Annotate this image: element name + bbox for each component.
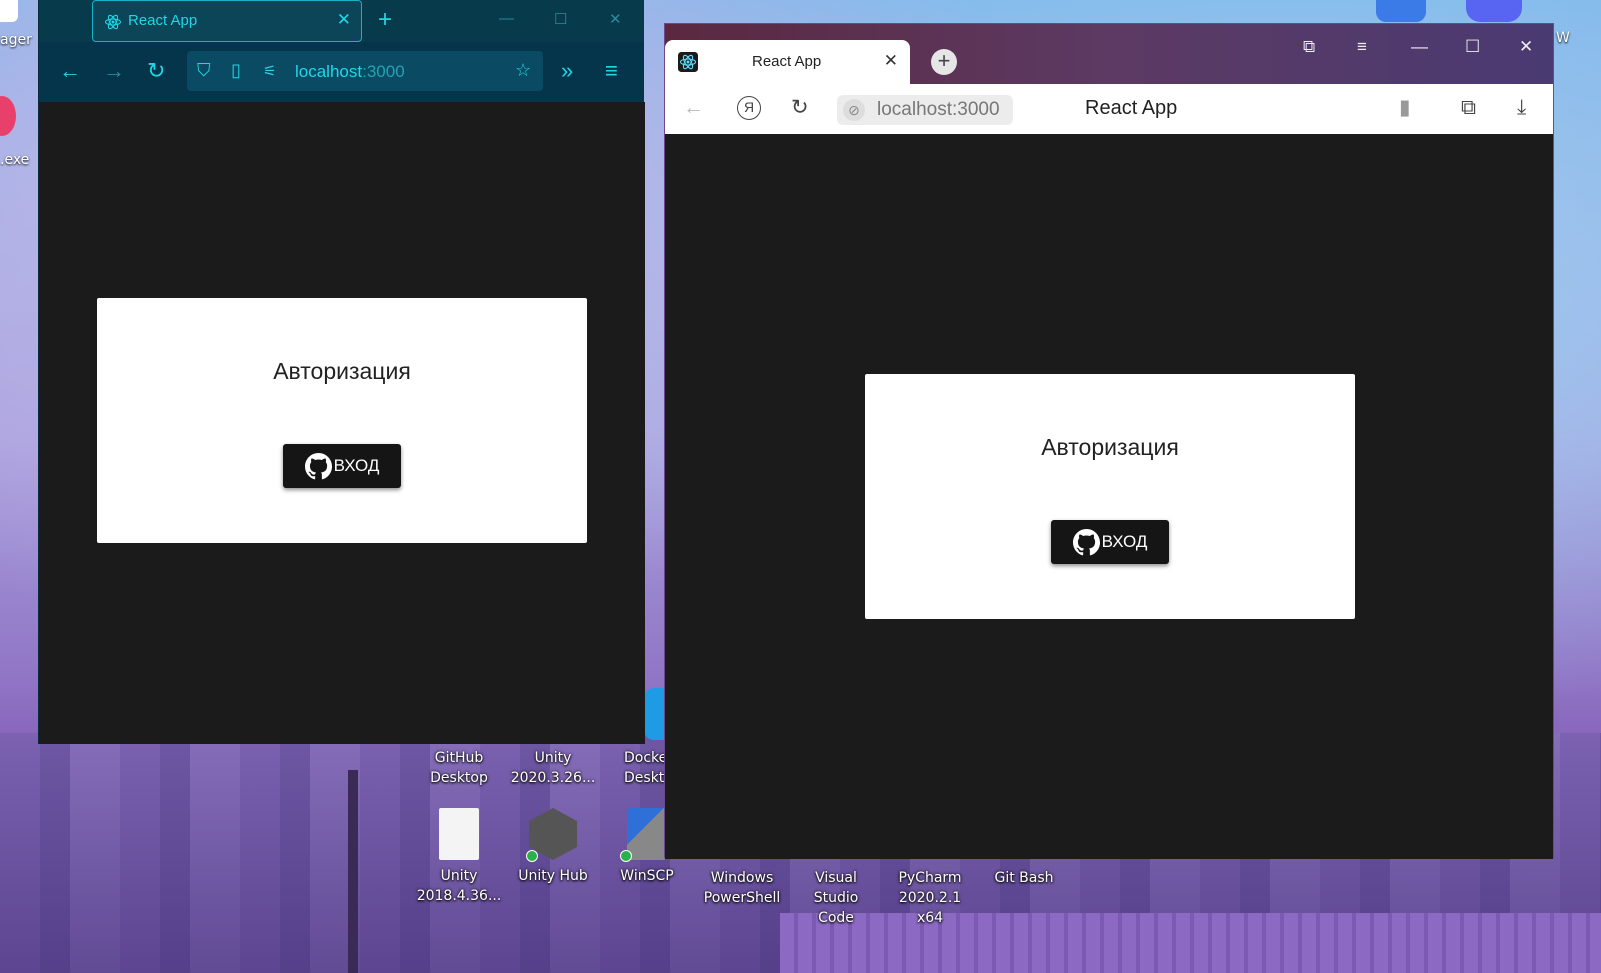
download-icon[interactable]: ⤓ (1517, 97, 1526, 119)
wallpaper-pole (348, 770, 358, 973)
desktop-icon-label: Docke Deskto (624, 750, 664, 786)
github-icon (1072, 528, 1100, 555)
desktop-icon-docker-desktop[interactable]: Docke Deskto (600, 748, 664, 788)
auth-card: Авторизация ВХОД (97, 298, 587, 543)
auth-heading: Авторизация (273, 358, 411, 384)
back-button[interactable]: ← (683, 97, 704, 119)
yandex-tab-react-app[interactable]: React App ✕ (665, 40, 910, 84)
desktop-icon-pycharm[interactable]: PyCharm 2020.2.1 x64 (885, 868, 975, 928)
firefox-tabbar: React App ✕ + — ☐ ✕ (39, 0, 644, 42)
permissions-icon[interactable]: ⚟ (263, 62, 276, 80)
url-text: localhost:3000 (877, 99, 1000, 120)
desktop-icon-git-bash[interactable]: Git Bash (979, 868, 1069, 888)
yandex-tabbar: React App ✕ + ⧉ ≡ — ☐ ✕ (665, 24, 1553, 84)
github-login-button[interactable]: ВХОД (283, 444, 401, 488)
github-login-button[interactable]: ВХОД (1051, 520, 1169, 564)
close-tab-icon[interactable]: ✕ (337, 10, 351, 30)
new-tab-button[interactable]: + (931, 49, 957, 75)
tab-title: React App (128, 12, 198, 29)
desktop-icon-label: Visual Studio Code (813, 870, 859, 926)
react-icon (104, 14, 122, 30)
back-button[interactable]: ← (59, 60, 81, 82)
desktop-icon-label: Unity 2020.3.26... (510, 750, 596, 786)
url-bar[interactable]: ⛉ ▯ ⚟ localhost:3000 ☆ (187, 51, 543, 91)
bookmark-star-icon[interactable]: ☆ (515, 60, 531, 81)
menu-icon[interactable]: ≡ (1357, 37, 1367, 57)
zoom-icon[interactable] (1376, 0, 1426, 22)
shield-icon[interactable]: ⛉ (197, 60, 211, 81)
desktop-icon-label: Windows PowerShell (703, 870, 781, 906)
github-icon (304, 452, 332, 479)
desktop-icon-label: Unity 2018.4.36... (416, 868, 502, 904)
login-label: ВХОД (333, 456, 380, 475)
desktop-icon-github-desktop[interactable]: GitHub Desktop (414, 748, 504, 788)
collections-icon[interactable]: ⧉ (1303, 37, 1315, 57)
bookmark-icon[interactable]: ▮ (1399, 97, 1411, 119)
close-window-icon[interactable]: ✕ (609, 10, 622, 28)
close-window-icon[interactable]: ✕ (1519, 37, 1533, 57)
reading-list-icon[interactable]: ⧉ (1461, 97, 1476, 119)
desktop-partial-label-2[interactable]: .exe (0, 152, 29, 168)
desktop-icon-label: GitHub Desktop (430, 750, 488, 786)
winscp-icon (627, 808, 667, 860)
sync-check-icon (620, 850, 632, 862)
maximize-icon[interactable]: ☐ (1465, 37, 1480, 57)
desktop-icon-label: PyCharm 2020.2.1 x64 (898, 870, 962, 926)
overflow-menu-icon[interactable]: » (561, 60, 573, 82)
desktop-icon-powershell[interactable]: Windows PowerShell (697, 868, 787, 908)
yandex-window: React App ✕ + ⧉ ≡ — ☐ ✕ ← Я ↻ ⊘ localhos… (664, 23, 1554, 859)
desktop-icon-unity-hub[interactable]: Unity Hub (508, 808, 598, 886)
reload-button[interactable]: ↻ (147, 60, 165, 82)
desktop-icon-vscode[interactable]: Visual Studio Code (791, 868, 881, 928)
minimize-icon[interactable]: — (1411, 37, 1428, 57)
forward-button[interactable]: → (103, 60, 125, 82)
minimize-icon[interactable]: — (499, 10, 514, 27)
desktop-partial-label-1[interactable]: ager (0, 32, 32, 48)
sync-check-icon (526, 850, 538, 862)
desktop-partial-icon[interactable] (0, 96, 16, 136)
desktop-partial-right[interactable]: W (1556, 30, 1601, 70)
firefox-tab-react-app[interactable]: React App ✕ (92, 0, 362, 42)
login-label: ВХОД (1101, 532, 1148, 551)
desktop-icon-unity-2020[interactable]: Unity 2020.3.26... (508, 748, 598, 788)
yandex-page-content: Авторизация ВХОД (665, 134, 1553, 859)
url-port: :3000 (362, 62, 405, 81)
hamburger-menu-icon[interactable]: ≡ (605, 60, 618, 82)
file-icon (439, 808, 479, 860)
desktop-top-icon-left[interactable] (0, 0, 18, 22)
firefox-page-content: Авторизация ВХОД (39, 102, 645, 744)
maximize-icon[interactable]: ☐ (554, 10, 567, 28)
firefox-navbar: ← → ↻ ⛉ ▯ ⚟ localhost:3000 ☆ » ≡ (39, 42, 644, 102)
react-icon (678, 52, 698, 72)
url-host: localhost (295, 62, 363, 81)
reload-button[interactable]: ↻ (791, 97, 809, 119)
desktop-icon-label: Unity Hub (518, 868, 588, 884)
docker-icon[interactable] (644, 688, 664, 740)
yandex-logo-icon[interactable]: Я (737, 96, 761, 120)
auth-heading: Авторизация (1041, 434, 1179, 460)
auth-card: Авторизация ВХОД (865, 374, 1355, 619)
desktop-icon-unity-2018[interactable]: Unity 2018.4.36... (414, 808, 504, 906)
url-bar[interactable]: ⊘ localhost:3000 (837, 95, 1013, 125)
close-tab-icon[interactable]: ✕ (884, 51, 898, 71)
page-icon[interactable]: ▯ (231, 60, 241, 81)
site-info-icon[interactable]: ⊘ (843, 99, 865, 121)
tab-title: React App (752, 53, 822, 70)
url-text: localhost:3000 (295, 62, 405, 82)
new-tab-button[interactable]: + (378, 6, 392, 34)
desktop-icon-label: Git Bash (994, 870, 1054, 886)
yandex-navbar: ← Я ↻ ⊘ localhost:3000 React App ▮ ⧉ ⤓ (665, 84, 1553, 134)
firefox-window: React App ✕ + — ☐ ✕ ← → ↻ ⛉ ▯ ⚟ localhos… (38, 0, 645, 744)
discord-icon[interactable] (1466, 0, 1522, 22)
page-title: React App (1085, 97, 1178, 119)
desktop-icon-label: WinSCP (620, 868, 674, 884)
